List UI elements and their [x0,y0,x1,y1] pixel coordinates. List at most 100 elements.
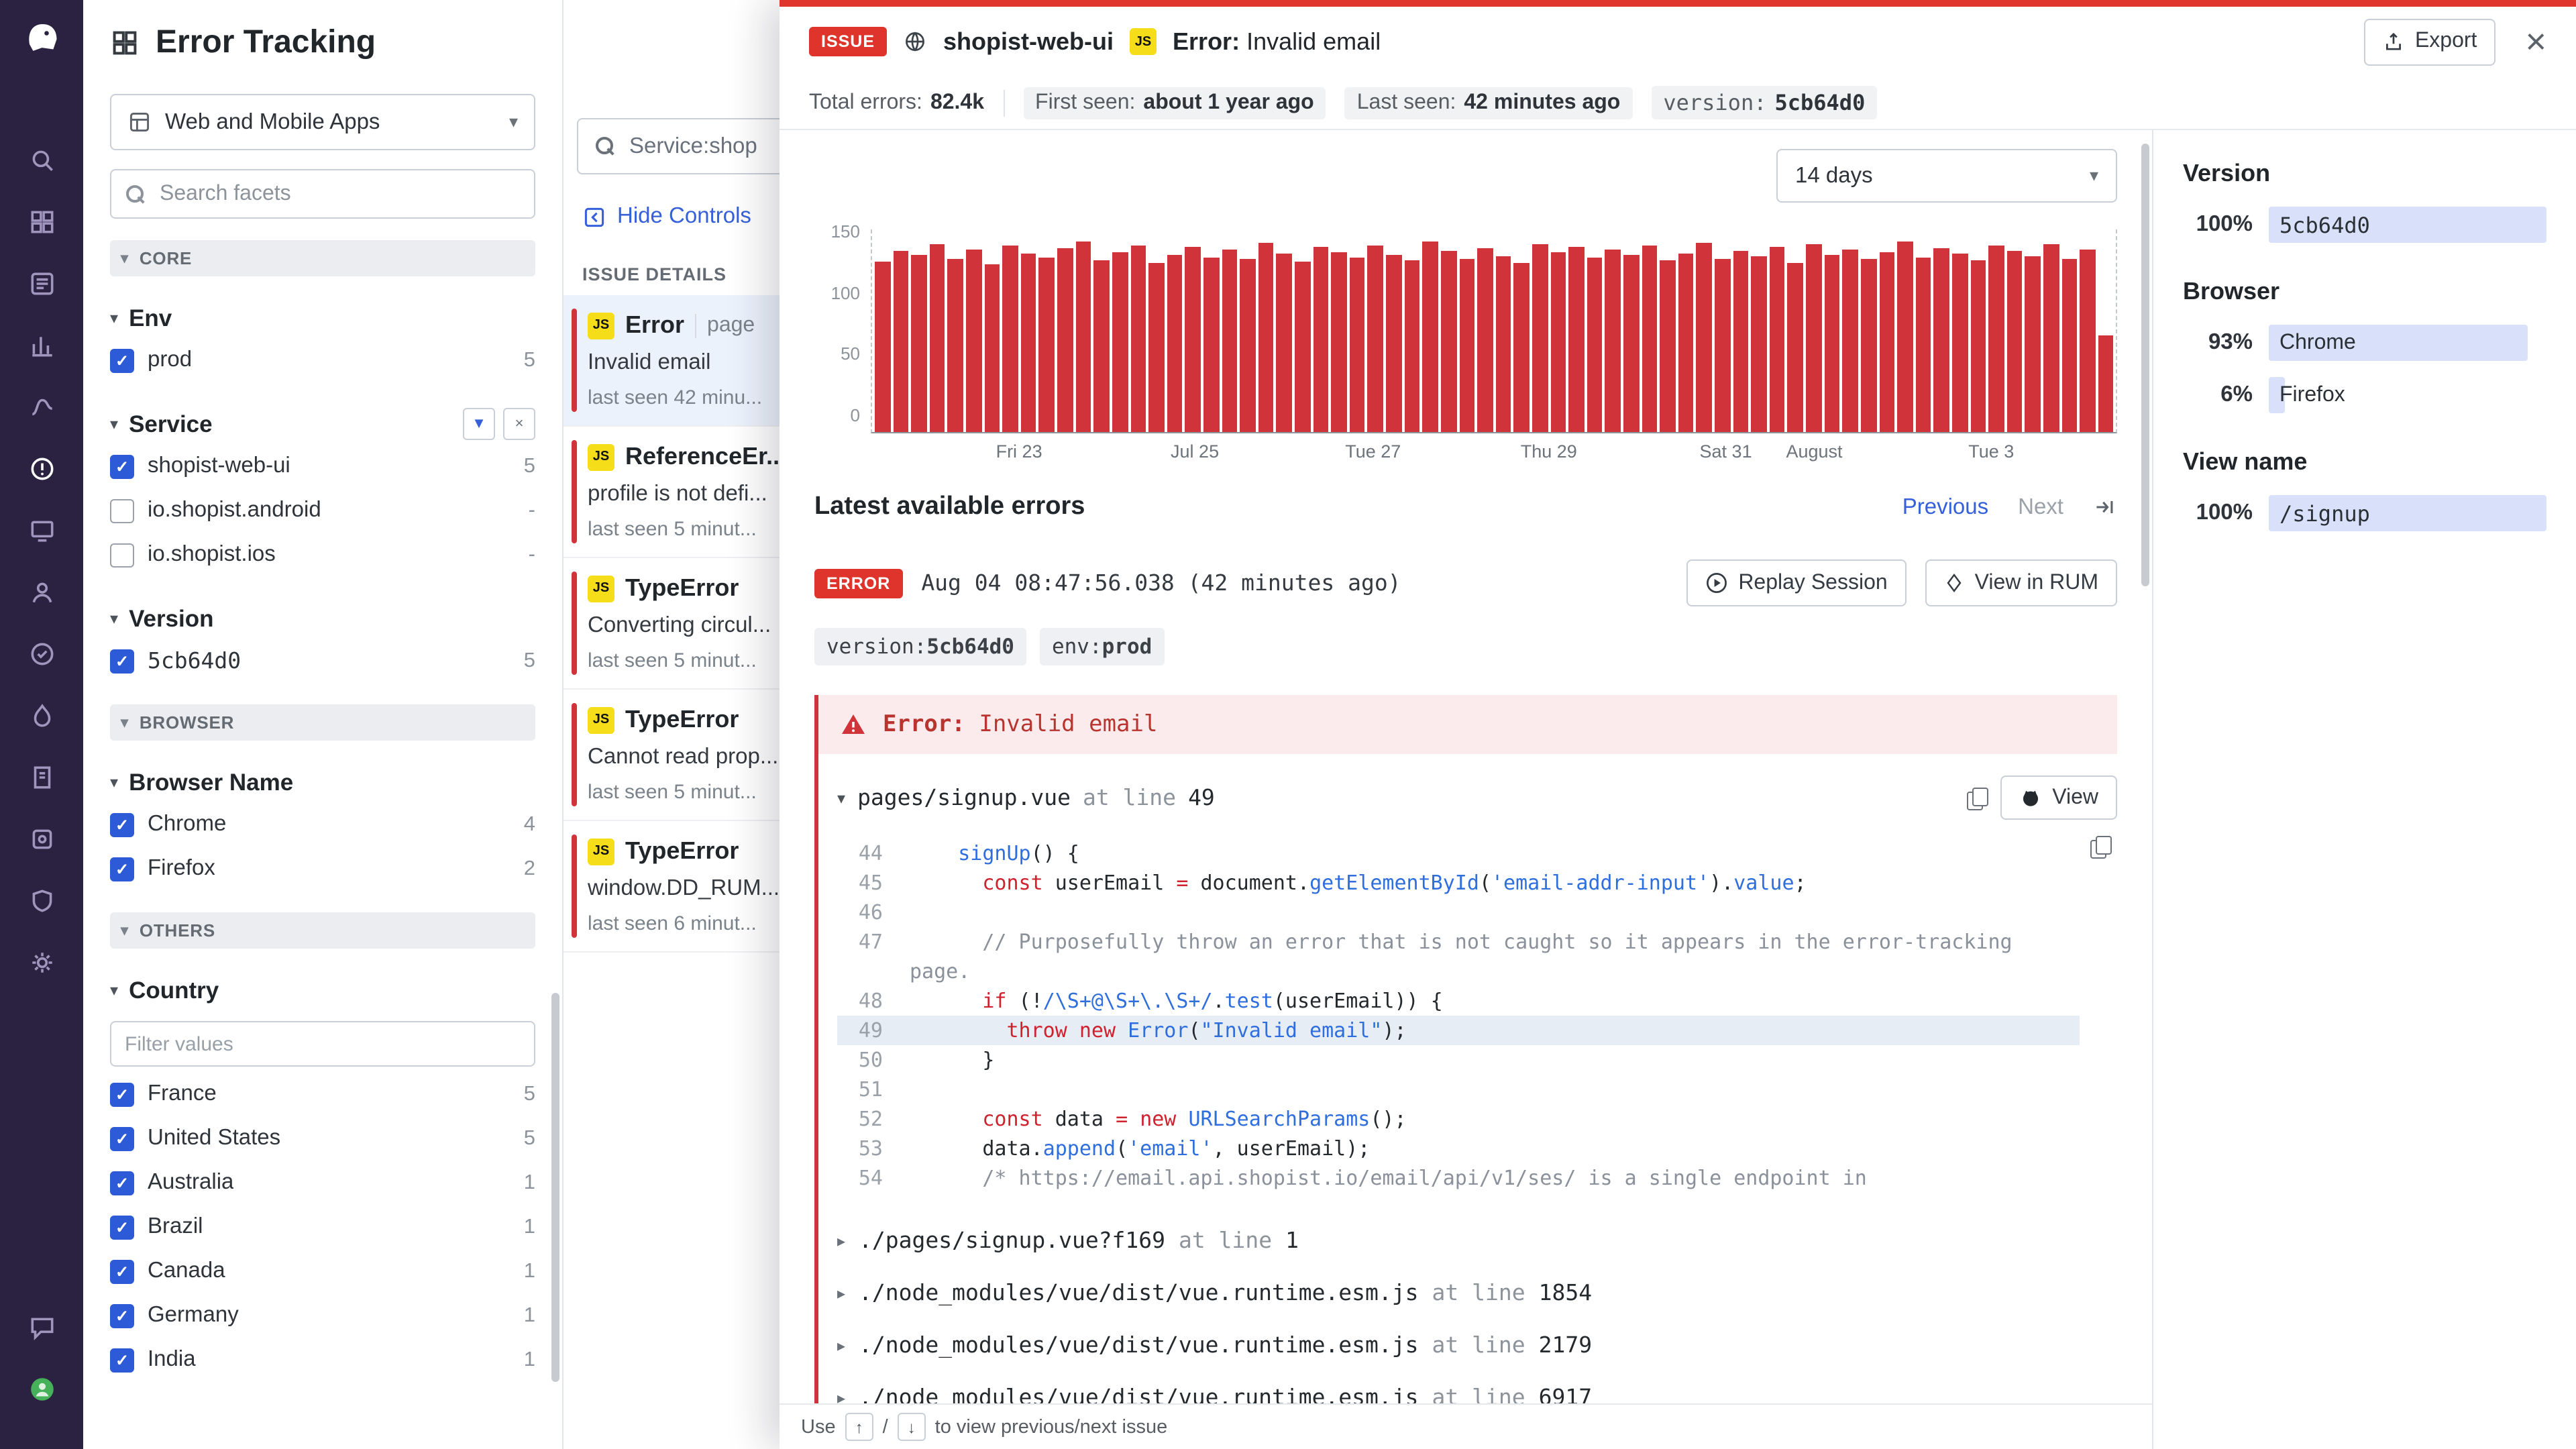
chart-bar[interactable] [948,259,963,432]
synthetics-icon[interactable] [27,515,56,545]
close-icon[interactable]: × [2525,23,2546,60]
checkbox[interactable]: ✓ [110,812,134,837]
facet-item[interactable]: ✓Brazil1 [110,1205,535,1249]
filter-icon[interactable]: ▼ [463,408,495,440]
metrics-icon[interactable] [27,330,56,360]
chart-bar[interactable] [1861,259,1876,432]
service-name[interactable]: shopist-web-ui [943,28,1114,56]
copy-code-icon[interactable] [2090,836,2112,857]
chart-bar[interactable] [1532,244,1548,432]
checkbox[interactable]: ✓ [110,1348,134,1372]
chart-bar[interactable] [875,262,890,432]
chart-bar[interactable] [1806,244,1821,432]
skip-to-latest-icon[interactable] [2093,495,2117,519]
chart-bar[interactable] [1075,241,1091,432]
chart-bar[interactable] [2043,244,2059,432]
chart-bar[interactable] [984,264,1000,432]
facet-item[interactable]: ✓Canada1 [110,1249,535,1293]
checkbox[interactable]: ✓ [110,1259,134,1283]
facet-section-version[interactable]: ▾Version [110,598,535,639]
distribution-row[interactable]: 100%5cb64d0 [2183,207,2546,243]
facet-item[interactable]: ✓shopist-web-ui5 [110,444,535,488]
ci-icon[interactable] [27,639,56,668]
checkbox[interactable]: ✓ [110,1082,134,1106]
facet-group-header[interactable]: ▾CORE [110,240,535,276]
chart-bar[interactable] [1660,260,1675,432]
stack-frame[interactable]: ▸./node_modules/vue/dist/vue.runtime.esm… [837,1319,2117,1371]
chart-bar[interactable] [1277,254,1292,432]
chart-bar[interactable] [930,244,945,432]
facet-item[interactable]: io.shopist.android- [110,488,535,533]
chart-bar[interactable] [893,251,908,432]
chart-bar[interactable] [1678,254,1694,432]
chart-bar[interactable] [1952,254,1968,432]
facet-group-header[interactable]: ▾BROWSER [110,704,535,741]
chart-bar[interactable] [1313,247,1328,432]
tag-chip[interactable]: env:prod [1040,628,1164,665]
error-tracking-nav-icon[interactable] [27,453,56,483]
chart-bar[interactable] [1988,246,2004,432]
scope-selector[interactable]: Web and Mobile Apps ▾ [110,94,535,150]
chart-bar[interactable] [1112,252,1128,432]
facet-item[interactable]: ✓United States5 [110,1116,535,1161]
checkbox[interactable]: ✓ [110,454,134,478]
checkbox[interactable]: ✓ [110,1126,134,1150]
clear-filter-icon[interactable]: × [503,408,535,440]
chart-bar[interactable] [1934,248,1949,432]
facet-item[interactable]: ✓Germany1 [110,1293,535,1338]
chart-bar[interactable] [1587,258,1603,432]
country-filter-input[interactable] [110,1021,535,1067]
chart-bar[interactable] [1148,263,1164,432]
chart-bar[interactable] [2007,251,2023,432]
chart-bar[interactable] [1404,260,1419,432]
chart-bar[interactable] [1568,247,1584,432]
chart-bar[interactable] [1605,250,1621,432]
chart-bar[interactable] [1733,251,1748,432]
chart-bar[interactable] [1240,259,1255,432]
distribution-row[interactable]: 100%/signup [2183,495,2546,531]
stack-frame[interactable]: ▸./pages/signup.vue?f169at line1 [837,1214,2117,1267]
panel-scrollbar[interactable] [2141,144,2149,586]
previous-button[interactable]: Previous [1902,494,1988,520]
integrations-icon[interactable] [27,824,56,853]
chart-bar[interactable] [1824,255,1839,432]
view-in-rum-button[interactable]: View in RUM [1925,559,2117,606]
chart-bar[interactable] [1386,255,1401,432]
chart-bar[interactable] [1770,247,1785,432]
chart-bar[interactable] [2061,259,2077,432]
chart-bar[interactable] [1623,255,1639,432]
checkbox[interactable]: ✓ [110,1303,134,1328]
chart-bar[interactable] [1752,256,1767,432]
chart-bar[interactable] [1130,246,1146,432]
tag-chip[interactable]: version:5cb64d0 [814,628,1026,665]
help-chat-icon[interactable] [27,1312,56,1342]
chart-bar[interactable] [966,250,981,432]
chart-bar[interactable] [1057,248,1073,432]
facet-group-header[interactable]: ▾OTHERS [110,912,535,949]
chart-bar[interactable] [1167,255,1183,432]
infrastructure-icon[interactable] [27,207,56,236]
timerange-select[interactable]: 14 days ▾ [1776,149,2117,203]
checkbox[interactable]: ✓ [110,649,134,673]
view-source-button[interactable]: View [2000,775,2117,820]
chart-bar[interactable] [1495,256,1511,432]
export-button[interactable]: Export [2364,18,2496,65]
chart-bar[interactable] [1642,246,1657,432]
chart-bar[interactable] [1003,246,1018,432]
chart-plot-area[interactable] [871,229,2117,433]
chart-bar[interactable] [1203,258,1219,432]
settings-gear-icon[interactable] [27,947,56,977]
chart-bar[interactable] [1915,258,1931,432]
chart-bar[interactable] [1094,260,1110,432]
security-icon[interactable] [27,885,56,915]
chart-bar[interactable] [1039,258,1055,432]
copy-icon[interactable] [1966,787,1988,808]
chart-bar[interactable] [1295,262,1310,432]
chart-bar[interactable] [1331,252,1346,432]
chart-bar[interactable] [1879,252,1894,432]
stack-frame[interactable]: ▸./node_modules/vue/dist/vue.runtime.esm… [837,1267,2117,1319]
facet-item[interactable]: ✓5cb64d05 [110,639,535,683]
facet-section-browser-name[interactable]: ▾Browser Name [110,762,535,802]
notebooks-icon[interactable] [27,762,56,792]
chart-bar[interactable] [1441,251,1456,432]
